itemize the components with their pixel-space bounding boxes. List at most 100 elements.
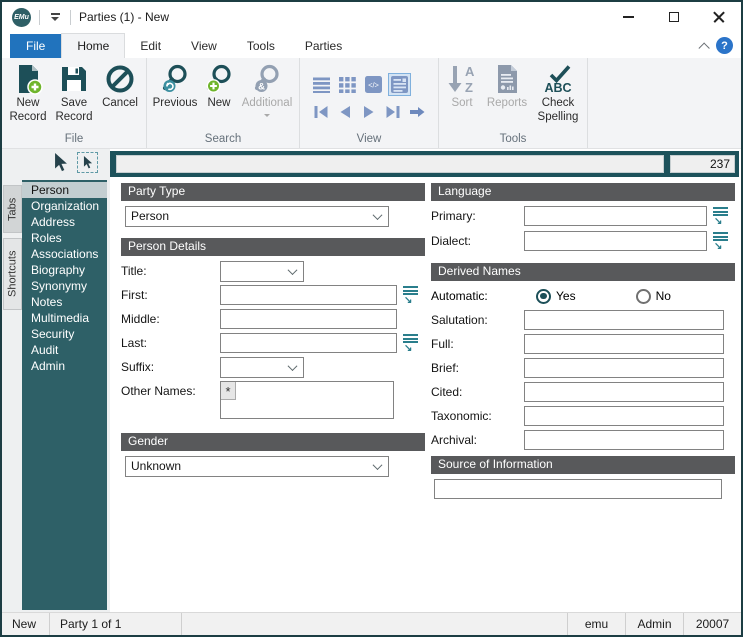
search-new-label: New [207,97,231,109]
save-record-button[interactable]: Save Record [51,60,97,124]
suffix-combo[interactable] [220,356,304,378]
divider [70,9,71,25]
minimize-button[interactable] [606,2,651,32]
title-combo[interactable] [220,260,304,282]
attach-mode-icon[interactable] [77,152,98,173]
group-label-file: File [64,133,84,145]
sort-button[interactable]: A Z Sort [442,60,482,111]
cancel-button[interactable]: Cancel [97,60,143,111]
sidebar-item[interactable]: Address [22,214,107,230]
record-pane: 237 Party Type Person Person Details Tit… [110,149,741,612]
reports-label: Reports [486,97,528,109]
previous-record-button[interactable] [335,102,354,123]
list-view-icon [313,77,330,93]
check-spelling-label: Check Spelling [537,97,579,123]
maximize-button[interactable] [651,2,696,32]
sidebar-item[interactable]: Organization [22,198,107,214]
dock-tab-tabs[interactable]: Tabs [3,185,22,233]
grid-view-button[interactable] [337,74,358,95]
search-new-icon [206,64,231,93]
lookup-list-icon[interactable]: ↘ [713,207,728,226]
other-names-grid[interactable]: * [220,381,394,419]
sidebar-item[interactable]: Notes [22,294,107,310]
last-record-button[interactable] [384,102,403,123]
brief-label: Brief: [431,361,460,375]
primary-input[interactable] [524,206,707,226]
sidebar-item[interactable]: Person [22,182,107,198]
automatic-yes-radio[interactable]: Yes [536,288,576,304]
full-input[interactable] [524,334,724,354]
sidebar-item[interactable]: Associations [22,246,107,262]
lookup-list-icon[interactable]: ↘ [403,286,418,305]
search-new-button[interactable]: New [200,60,238,111]
tab-edit[interactable]: Edit [125,34,176,58]
code-view-button[interactable]: </> [363,74,384,95]
goto-record-icon [410,107,425,117]
check-spelling-button[interactable]: ABC Check Spelling [532,60,584,124]
tab-tools[interactable]: Tools [232,34,290,58]
section-header-gender: Gender [121,433,425,451]
suffix-label: Suffix: [121,360,155,374]
first-label: First: [121,288,148,302]
brief-input[interactable] [524,358,724,378]
sidebar-item[interactable]: Synonymy [22,278,107,294]
middle-label: Middle: [121,312,160,326]
dialect-input[interactable] [524,231,707,251]
status-bar: New Party 1 of 1 emu Admin 20007 [2,612,741,635]
pointer-icon[interactable] [52,153,70,172]
search-additional-button[interactable]: & Additional [238,60,296,117]
details-view-button[interactable] [388,72,411,96]
tab-parties[interactable]: Parties [290,34,357,58]
lookup-list-icon[interactable]: ↘ [713,232,728,251]
sidebar-item[interactable]: Multimedia [22,310,107,326]
gender-combo[interactable]: Unknown [125,455,389,477]
search-previous-icon [162,64,187,92]
section-header-person-details: Person Details [121,238,425,256]
sidebar-item[interactable]: Roles [22,230,107,246]
goto-record-button[interactable] [408,102,427,123]
search-previous-button[interactable]: Previous [150,60,200,111]
search-previous-label: Previous [152,97,198,109]
automatic-no-radio[interactable]: No [635,288,671,304]
chevron-down-icon [287,264,298,275]
last-input[interactable] [220,333,397,353]
sidebar-item[interactable]: Security [22,326,107,342]
sidebar-item[interactable]: Admin [22,358,107,374]
tab-file[interactable]: File [10,34,62,58]
collapse-ribbon-icon[interactable] [698,41,710,54]
close-button[interactable] [696,2,741,32]
tab-view[interactable]: View [176,34,232,58]
first-input[interactable] [220,285,397,305]
reports-button[interactable]: Reports [482,60,532,111]
status-record-position: Party 1 of 1 [50,613,183,635]
source-input[interactable] [434,479,722,499]
list-view-button[interactable] [311,74,332,95]
grid-row-header: * [221,382,236,400]
sidebar-item[interactable]: Audit [22,342,107,358]
status-cell-value: 20007 [695,617,730,631]
lookup-list-icon[interactable]: ↘ [403,334,418,353]
archival-input[interactable] [524,430,724,450]
new-record-button[interactable]: New Record [5,60,51,124]
cited-input[interactable] [524,382,724,402]
first-record-button[interactable] [311,102,330,123]
previous-record-icon [340,106,350,118]
quick-access-dropdown-icon[interactable] [48,13,62,21]
check-spelling-icon: ABC [544,65,572,95]
left-dock: Tabs Shortcuts Person Organization Addre… [2,149,110,612]
help-icon[interactable]: ? [716,37,733,54]
next-record-button[interactable] [359,102,378,123]
sidebar-item-label: Synonymy [31,279,88,293]
chevron-down-icon [372,209,383,220]
dock-tab-shortcuts[interactable]: Shortcuts [3,238,22,310]
section-header-party-type: Party Type [121,183,425,201]
salutation-input[interactable] [524,310,724,330]
no-label: No [655,289,671,303]
full-label: Full: [431,337,454,351]
group-label-tools: Tools [499,133,527,145]
party-type-combo[interactable]: Person [125,205,389,227]
sidebar-item[interactable]: Biography [22,262,107,278]
tab-home[interactable]: Home [61,33,126,58]
taxonomic-input[interactable] [524,406,724,426]
middle-input[interactable] [220,309,397,329]
